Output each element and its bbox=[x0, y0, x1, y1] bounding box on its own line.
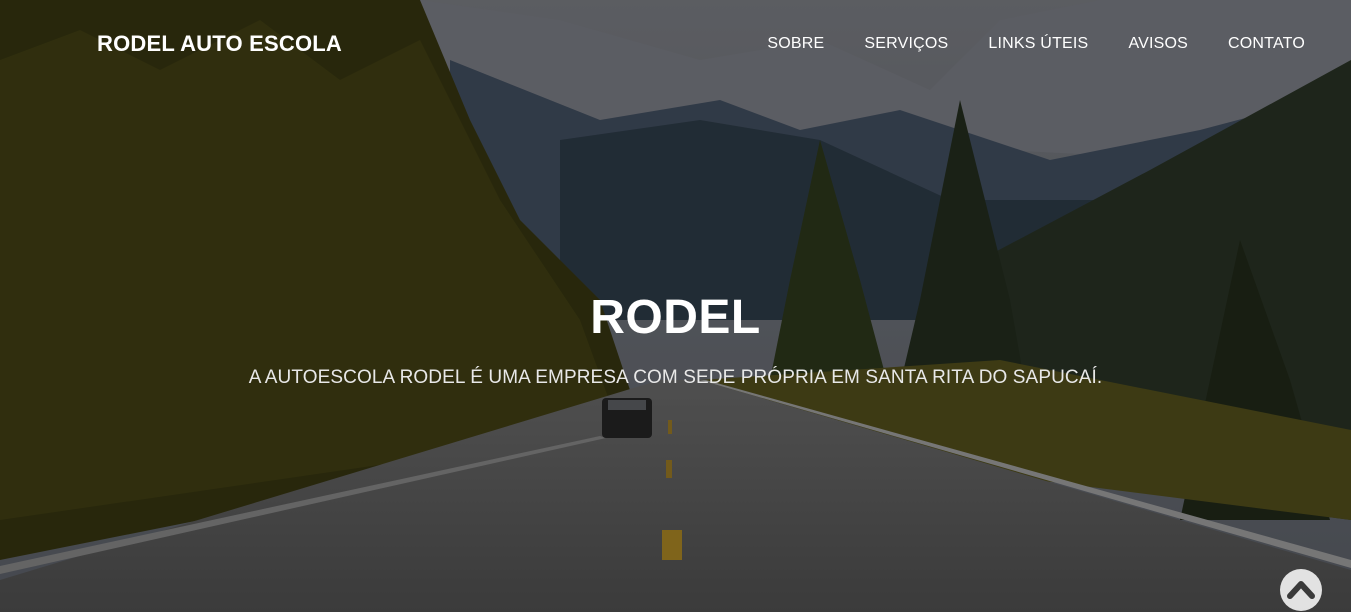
chevron-up-icon bbox=[1287, 581, 1315, 599]
nav-link-servicos[interactable]: SERVIÇOS bbox=[864, 35, 948, 53]
hero-subtitle: A AUTOESCOLA RODEL É UMA EMPRESA COM SED… bbox=[248, 367, 1103, 388]
nav-links: SOBRE SERVIÇOS LINKS ÚTEIS AVISOS CONTAT… bbox=[727, 35, 1305, 53]
nav-link-avisos[interactable]: AVISOS bbox=[1128, 35, 1188, 53]
scroll-to-top-button[interactable] bbox=[1280, 569, 1322, 611]
nav-link-sobre[interactable]: SOBRE bbox=[767, 35, 824, 53]
nav-link-links-uteis[interactable]: LINKS ÚTEIS bbox=[988, 35, 1088, 53]
top-navbar: RODEL AUTO ESCOLA SOBRE SERVIÇOS LINKS Ú… bbox=[0, 0, 1351, 90]
brand-logo-text[interactable]: RODEL AUTO ESCOLA bbox=[97, 31, 342, 57]
hero-title: RODEL bbox=[590, 291, 761, 344]
nav-link-contato[interactable]: CONTATO bbox=[1228, 35, 1305, 53]
